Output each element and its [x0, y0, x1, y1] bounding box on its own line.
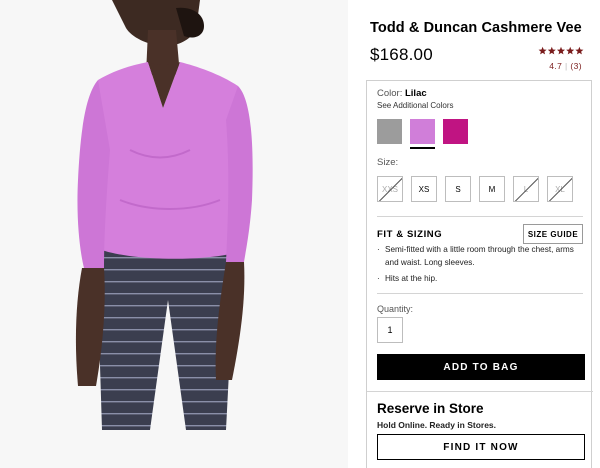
quantity-input[interactable] [377, 317, 403, 343]
fit-bullet: Hits at the hip. [377, 273, 577, 286]
review-count: (3) [570, 61, 582, 71]
see-additional-colors-link[interactable]: See Additional Colors [377, 101, 454, 110]
fit-details-list: Semi-fitted with a little room through t… [377, 244, 577, 286]
size-guide-button[interactable]: SIZE GUIDE [523, 224, 583, 244]
product-image[interactable] [0, 0, 348, 468]
selected-color-name: Lilac [404, 88, 427, 99]
product-price: $168.00 [370, 45, 433, 64]
rating-stars-icon[interactable] [538, 45, 584, 57]
selected-swatch-indicator [410, 147, 435, 149]
sweater-shape [96, 62, 244, 259]
star-icon [556, 46, 566, 55]
swatch-magenta[interactable] [443, 119, 468, 144]
star-icon [538, 46, 547, 55]
size-label: Size: [377, 157, 399, 168]
size-xs[interactable]: XS [411, 176, 437, 202]
fit-sizing-heading: FIT & SIZING [377, 229, 443, 240]
color-label: Color: Lilac [377, 88, 427, 99]
star-icon [566, 46, 575, 55]
product-details-panel: Todd & Duncan Cashmere Vee $168.00 4.7 |… [366, 0, 596, 468]
quantity-label: Quantity: [377, 304, 414, 314]
size-xl[interactable]: XL [547, 176, 573, 202]
size-m[interactable]: M [479, 176, 505, 202]
add-to-bag-button[interactable]: ADD TO BAG [377, 354, 585, 380]
find-it-now-button[interactable]: FIND IT NOW [377, 434, 585, 460]
star-icon [547, 46, 556, 55]
divider [377, 293, 583, 294]
size-xxs[interactable]: XXS [377, 176, 403, 202]
purchase-options-box: Color: Lilac See Additional Colors Size:… [366, 80, 593, 468]
size-l[interactable]: L [513, 176, 539, 202]
rating-summary[interactable]: 4.7 | (3) [549, 61, 582, 71]
star-icon [575, 46, 584, 55]
fit-bullet: Semi-fitted with a little room through t… [377, 244, 577, 269]
reserve-in-store-heading: Reserve in Store [377, 401, 484, 416]
swatch-gray[interactable] [377, 119, 402, 144]
divider [377, 216, 583, 217]
size-s[interactable]: S [445, 176, 471, 202]
product-title: Todd & Duncan Cashmere Vee [370, 20, 582, 36]
reserve-subtitle: Hold Online. Ready in Stores. [377, 420, 497, 430]
swatch-lilac[interactable] [410, 119, 435, 144]
rating-value: 4.7 [549, 61, 563, 71]
divider [367, 391, 593, 392]
